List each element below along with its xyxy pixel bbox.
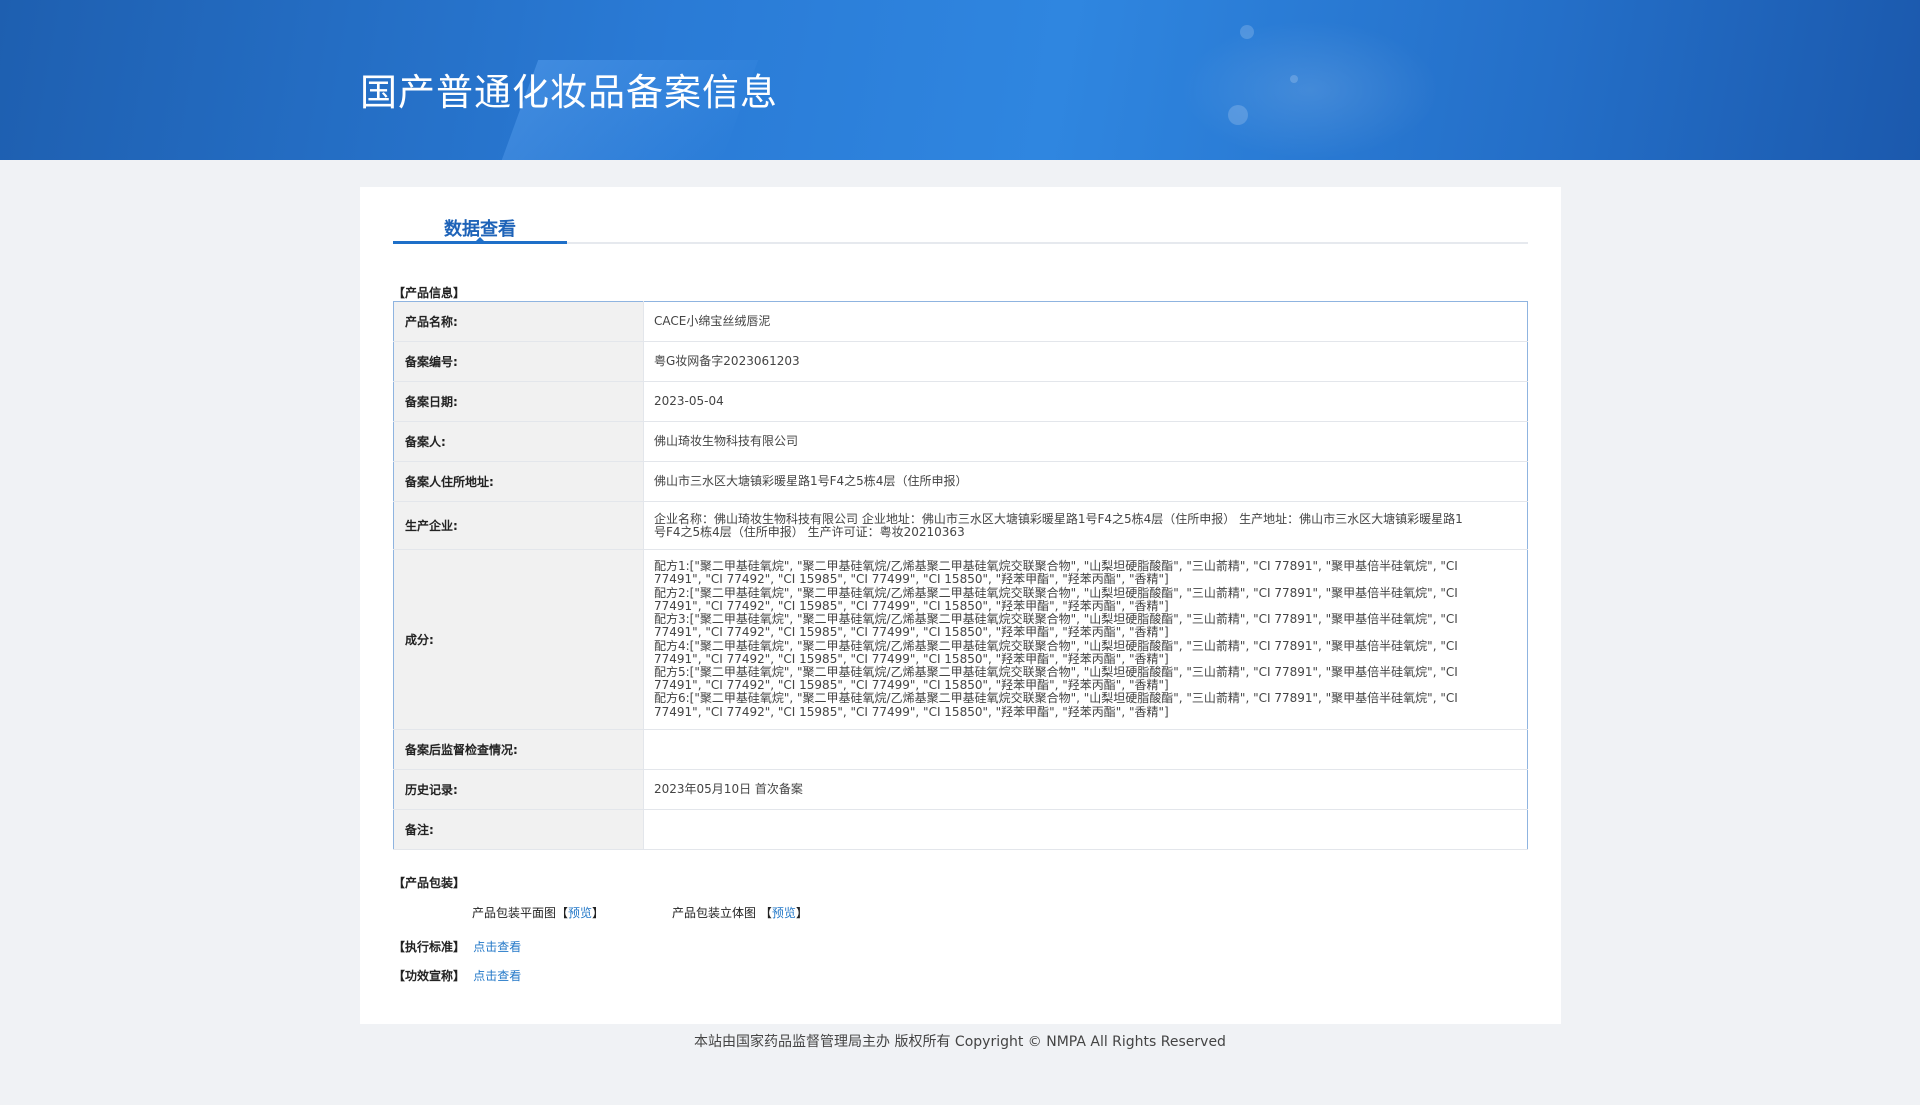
standard-row: 【执行标准】 点击查看 [393, 938, 521, 955]
ingredients-cell: 配方1:["聚二甲基硅氧烷", "聚二甲基硅氧烷/乙烯基聚二甲基硅氧烷交联聚合物… [643, 549, 1528, 730]
bracket: 】 [795, 906, 808, 920]
table-row: 备案编号: 粤G妆网备字2023061203 [393, 341, 1528, 382]
row-key: 产品名称: [393, 301, 644, 342]
row-key: 生产企业: [393, 501, 644, 550]
table-row: 备案后监督检查情况: [393, 729, 1528, 770]
formula-line: 配方5:["聚二甲基硅氧烷", "聚二甲基硅氧烷/乙烯基聚二甲基硅氧烷交联聚合物… [654, 664, 1458, 693]
row-value: 佛山琦妆生物科技有限公司 [643, 421, 1528, 462]
efficacy-label: 【功效宣称】 [393, 969, 466, 983]
formula-line: 配方4:["聚二甲基硅氧烷", "聚二甲基硅氧烷/乙烯基聚二甲基硅氧烷交联聚合物… [654, 638, 1458, 666]
bracket: 【 [556, 906, 569, 920]
table-row: 产品名称: CACE小绵宝丝绒唇泥 [393, 301, 1528, 342]
formula-line: 配方3:["聚二甲基硅氧烷", "聚二甲基硅氧烷/乙烯基聚二甲基硅氧烷交联聚合物… [654, 612, 1458, 640]
product-info-table: 产品名称: CACE小绵宝丝绒唇泥 备案编号: 粤G妆网备字2023061203… [393, 301, 1528, 850]
preview-solid-link[interactable]: 预览 [772, 906, 796, 920]
row-key: 备案人: [393, 421, 644, 462]
table-row: 成分: 配方1:["聚二甲基硅氧烷", "聚二甲基硅氧烷/乙烯基聚二甲基硅氧烷交… [393, 549, 1528, 730]
banner-decoration [1180, 20, 1440, 160]
standard-view-link[interactable]: 点击查看 [473, 940, 521, 954]
efficacy-row: 【功效宣称】 点击查看 [393, 967, 521, 984]
preview-flat-link[interactable]: 预览 [568, 906, 592, 920]
page-title: 国产普通化妆品备案信息 [360, 71, 778, 114]
row-key: 成分: [393, 549, 644, 730]
banner-decoration [1290, 75, 1298, 83]
row-value [643, 809, 1528, 850]
banner-decoration [1228, 105, 1248, 125]
table-row: 备案人住所地址: 佛山市三水区大塘镇彩暖星路1号F4之5栋4层（住所申报） [393, 461, 1528, 502]
table-row: 备注: [393, 809, 1528, 850]
row-key: 备案后监督检查情况: [393, 729, 644, 770]
row-key: 历史记录: [393, 769, 644, 810]
table-row: 历史记录: 2023年05月10日 首次备案 [393, 769, 1528, 810]
row-key: 备案日期: [393, 381, 644, 422]
tab-data-view[interactable]: 数据查看 [393, 207, 567, 244]
row-value [643, 729, 1528, 770]
row-value: 佛山市三水区大塘镇彩暖星路1号F4之5栋4层（住所申报） [643, 461, 1528, 502]
packaging-solid-label: 产品包装立体图 [672, 906, 757, 920]
content-card: 数据查看 【产品信息】 产品名称: CACE小绵宝丝绒唇泥 备案编号: 粤G妆网… [360, 187, 1561, 1024]
tab-indicator-caret [473, 237, 487, 244]
row-value: 粤G妆网备字2023061203 [643, 341, 1528, 382]
packaging-solid: 产品包装立体图 【预览】 [672, 904, 808, 921]
bracket: 【 [759, 906, 772, 920]
row-key: 备注: [393, 809, 644, 850]
row-value: CACE小绵宝丝绒唇泥 [643, 301, 1528, 342]
formula-line: 配方2:["聚二甲基硅氧烷", "聚二甲基硅氧烷/乙烯基聚二甲基硅氧烷交联聚合物… [654, 585, 1458, 613]
standard-label: 【执行标准】 [393, 940, 466, 954]
tab-bar: 数据查看 [393, 207, 1528, 244]
table-row: 备案人: 佛山琦妆生物科技有限公司 [393, 421, 1528, 462]
banner-decoration [1240, 25, 1254, 39]
row-value: 企业名称：佛山琦妆生物科技有限公司 企业地址：佛山市三水区大塘镇彩暖星路1号F4… [654, 511, 1463, 539]
footer-copyright: 本站由国家药品监督管理局主办 版权所有 Copyright © NMPA All… [694, 1034, 1226, 1050]
row-key: 备案人住所地址: [393, 461, 644, 502]
packaging-flat: 产品包装平面图【预览】 [472, 904, 604, 921]
row-value-cell: 企业名称：佛山琦妆生物科技有限公司 企业地址：佛山市三水区大塘镇彩暖星路1号F4… [643, 501, 1528, 550]
packaging-flat-label: 产品包装平面图 [472, 906, 557, 920]
product-info-label: 【产品信息】 [393, 286, 466, 300]
formula-line: 配方6:["聚二甲基硅氧烷", "聚二甲基硅氧烷/乙烯基聚二甲基硅氧烷交联聚合物… [654, 691, 1458, 719]
efficacy-view-link[interactable]: 点击查看 [473, 969, 521, 983]
bracket: 】 [592, 906, 605, 920]
row-value: 2023-05-04 [643, 381, 1528, 422]
header-banner: 国产普通化妆品备案信息 [0, 0, 1920, 160]
row-key: 备案编号: [393, 341, 644, 382]
table-row: 生产企业: 企业名称：佛山琦妆生物科技有限公司 企业地址：佛山市三水区大塘镇彩暖… [393, 501, 1528, 550]
row-value: 2023年05月10日 首次备案 [643, 769, 1528, 810]
packaging-label: 【产品包装】 [393, 876, 466, 890]
formula-line: 配方1:["聚二甲基硅氧烷", "聚二甲基硅氧烷/乙烯基聚二甲基硅氧烷交联聚合物… [654, 559, 1458, 587]
table-row: 备案日期: 2023-05-04 [393, 381, 1528, 422]
